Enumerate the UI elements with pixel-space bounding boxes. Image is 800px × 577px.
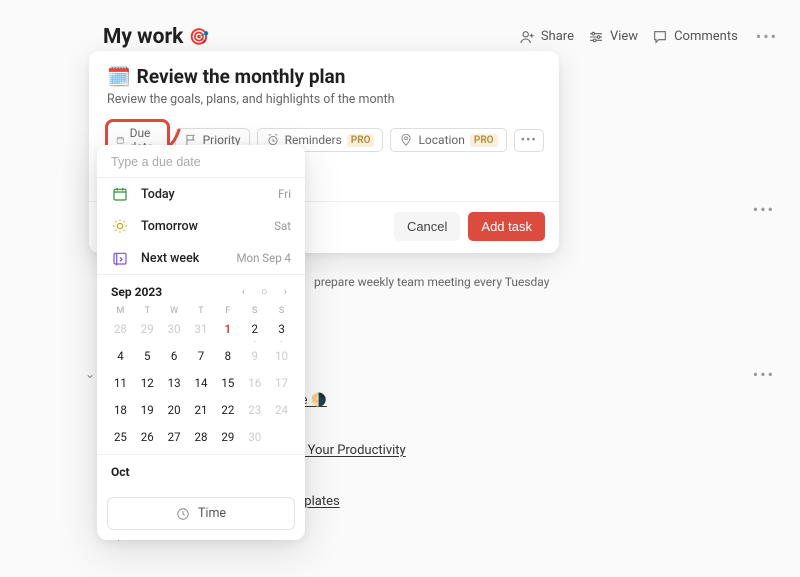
- location-chip[interactable]: Location PRO: [390, 128, 506, 152]
- next-week-icon: [111, 249, 129, 267]
- calendar-day[interactable]: 13: [161, 372, 188, 394]
- task-description[interactable]: Review the goals, plans, and highlights …: [107, 92, 541, 107]
- calendar-day[interactable]: 24: [268, 399, 295, 421]
- share-button[interactable]: Share: [519, 29, 574, 45]
- sliders-icon: [588, 29, 604, 45]
- calendar-day[interactable]: 25: [107, 426, 134, 448]
- page-title: My work 🎯: [103, 25, 209, 49]
- dow-label: T: [134, 304, 161, 318]
- quick-tomorrow[interactable]: Tomorrow Sat: [97, 210, 305, 242]
- calendar-day[interactable]: 19: [134, 399, 161, 421]
- prev-month-button[interactable]: ‹: [238, 283, 249, 300]
- month-header: Sep 2023 ‹ ○ ›: [97, 275, 305, 304]
- calendar-day[interactable]: 3: [268, 318, 295, 340]
- add-time-button[interactable]: Time: [107, 497, 295, 530]
- calendar-day[interactable]: 29: [134, 318, 161, 340]
- quick-next-week[interactable]: Next week Mon Sep 4: [97, 242, 305, 274]
- collapse-chevron-icon[interactable]: ⌄: [85, 367, 95, 381]
- calendar-day[interactable]: 7: [188, 345, 215, 367]
- background-task-desc: prepare weekly team meeting every Tuesda…: [314, 275, 549, 289]
- dow-label: T: [188, 304, 215, 318]
- calendar-day[interactable]: 29: [214, 426, 241, 448]
- month-label: Sep 2023: [111, 285, 162, 299]
- quick-today-hint: Fri: [278, 187, 291, 201]
- top-actions: Share View Comments •••: [519, 23, 782, 50]
- calendar-day[interactable]: 11: [107, 372, 134, 394]
- quick-nextweek-label: Next week: [141, 251, 236, 266]
- share-label: Share: [541, 29, 574, 44]
- calendar-day[interactable]: 15: [214, 372, 241, 394]
- calendar-day[interactable]: 5: [134, 345, 161, 367]
- calendar-day[interactable]: 23: [241, 399, 268, 421]
- quick-tomorrow-hint: Sat: [274, 219, 291, 233]
- calendar-day[interactable]: 8: [214, 345, 241, 367]
- calendar-day[interactable]: 28: [188, 426, 215, 448]
- dow-label: W: [161, 304, 188, 318]
- quick-tomorrow-label: Tomorrow: [141, 219, 274, 234]
- calendar-day[interactable]: 12: [134, 372, 161, 394]
- calendar-emoji-icon: 🗓️: [107, 65, 131, 88]
- pin-icon: [399, 133, 413, 147]
- background-more-button[interactable]: •••: [753, 365, 775, 384]
- pro-badge: PRO: [347, 134, 375, 147]
- calendar-day[interactable]: 9: [241, 345, 268, 367]
- calendar-day[interactable]: 10: [268, 345, 295, 367]
- today-month-button[interactable]: ○: [257, 283, 272, 300]
- calendar-day[interactable]: 31: [188, 318, 215, 340]
- add-task-button[interactable]: Add task: [468, 212, 545, 241]
- sun-icon: [111, 217, 129, 235]
- cancel-button[interactable]: Cancel: [394, 212, 460, 241]
- calendar-day[interactable]: 1: [214, 318, 241, 340]
- next-month-button[interactable]: ›: [280, 283, 291, 300]
- calendar-day[interactable]: 28: [107, 318, 134, 340]
- calendar-day[interactable]: 6: [161, 345, 188, 367]
- dow-label: S: [268, 304, 295, 318]
- date-picker-dropdown: Today Fri Tomorrow Sat Next week Mon Sep…: [97, 145, 305, 540]
- view-label: View: [610, 29, 638, 44]
- calendar-day[interactable]: 14: [188, 372, 215, 394]
- comment-icon: [652, 29, 668, 45]
- time-label: Time: [198, 506, 226, 521]
- background-more-button[interactable]: •••: [753, 200, 775, 219]
- day-of-week-row: MTWTFSS: [97, 304, 305, 318]
- calendar-day[interactable]: 4: [107, 345, 134, 367]
- due-date-input[interactable]: [97, 145, 305, 177]
- dow-label: S: [241, 304, 268, 318]
- more-menu-button[interactable]: •••: [752, 23, 782, 50]
- calendar-day: [268, 426, 295, 448]
- calendar-day[interactable]: 30: [241, 426, 268, 448]
- dow-label: M: [107, 304, 134, 318]
- comments-button[interactable]: Comments: [652, 29, 738, 45]
- calendar-day[interactable]: 20: [161, 399, 188, 421]
- calendar-day[interactable]: 2: [241, 318, 268, 340]
- calendar-day[interactable]: 17: [268, 372, 295, 394]
- quick-nextweek-hint: Mon Sep 4: [236, 251, 291, 265]
- calendar-day[interactable]: 22: [214, 399, 241, 421]
- calendar-day[interactable]: 26: [134, 426, 161, 448]
- quick-today-label: Today: [141, 187, 278, 202]
- dow-label: F: [214, 304, 241, 318]
- pro-badge: PRO: [470, 134, 498, 147]
- page-title-text: My work: [103, 25, 183, 49]
- next-month-label: Oct: [97, 454, 305, 481]
- view-button[interactable]: View: [588, 29, 638, 45]
- calendar-day[interactable]: 27: [161, 426, 188, 448]
- clock-icon: [176, 507, 190, 521]
- month-nav: ‹ ○ ›: [238, 283, 291, 300]
- calendar-day[interactable]: 21: [188, 399, 215, 421]
- target-icon: 🎯: [189, 27, 209, 46]
- comments-label: Comments: [674, 29, 738, 44]
- task-title-text: Review the monthly plan: [137, 65, 346, 88]
- calendar-grid: 2829303112345678910111213141516171819202…: [97, 318, 305, 448]
- chip-more-button[interactable]: •••: [514, 129, 544, 152]
- calendar-day[interactable]: 18: [107, 399, 134, 421]
- location-label: Location: [418, 133, 464, 147]
- task-title[interactable]: 🗓️ Review the monthly plan: [107, 65, 541, 88]
- today-icon: [111, 185, 129, 203]
- quick-today[interactable]: Today Fri: [97, 178, 305, 210]
- calendar-day[interactable]: 16: [241, 372, 268, 394]
- calendar-day[interactable]: 30: [161, 318, 188, 340]
- user-plus-icon: [519, 29, 535, 45]
